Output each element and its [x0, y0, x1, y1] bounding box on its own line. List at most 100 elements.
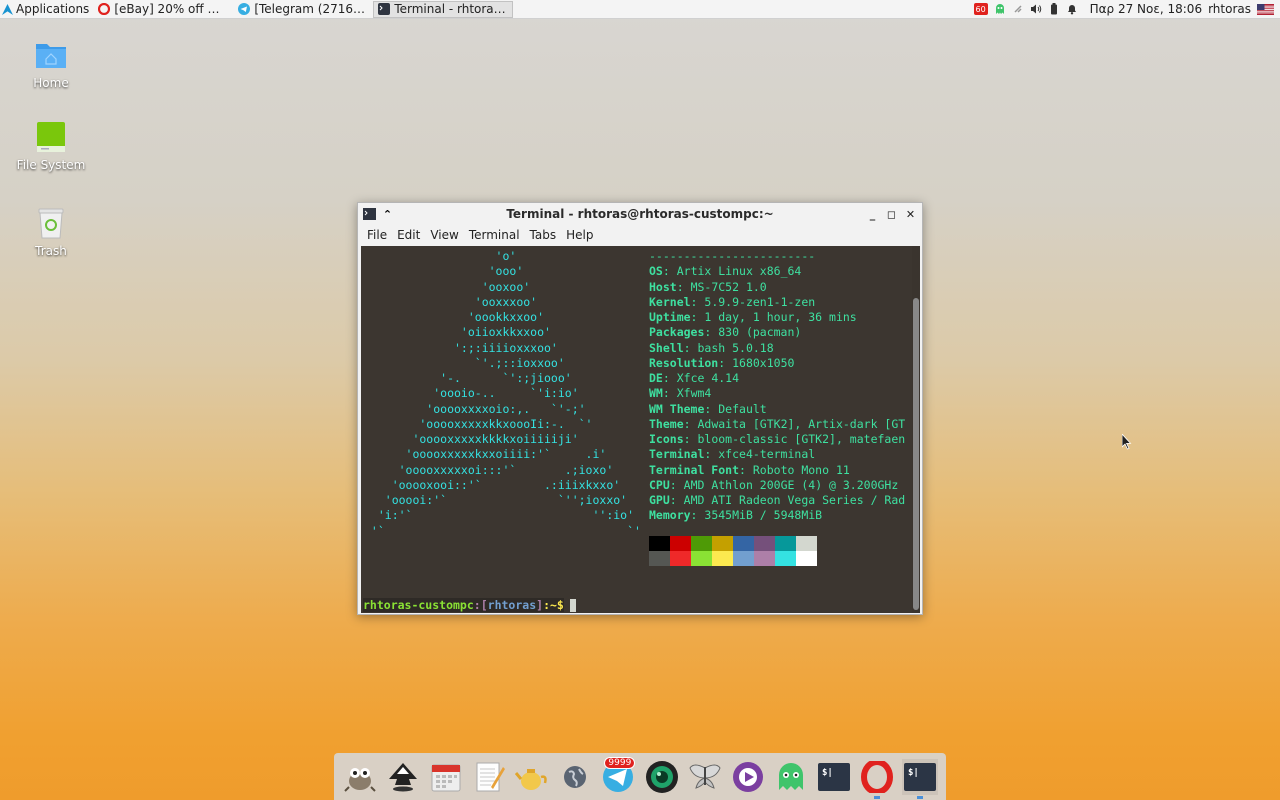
sysinfo-key: Shell	[649, 340, 684, 355]
sysinfo-key: WM Theme	[649, 401, 705, 416]
bell-icon[interactable]	[1066, 3, 1078, 15]
text-editor-icon	[476, 762, 505, 791]
ghost-icon	[778, 762, 803, 790]
sysinfo-line: Terminal Font: Roboto Mono 11	[649, 462, 850, 477]
home-folder-icon	[36, 44, 66, 68]
menu-file[interactable]: File	[362, 228, 392, 242]
sysinfo-value: 1 day, 1 hour, 36 mins	[704, 310, 857, 324]
sysinfo-line: Icons: bloom-classic [GTK2], matefaen	[649, 432, 906, 446]
palette-swatch	[754, 536, 775, 551]
window-menu-icon[interactable]	[363, 208, 376, 220]
desktop-icon-trash[interactable]: Trash	[6, 206, 96, 258]
sysinfo-line: Theme: Adwaita [GTK2], Artix-dark [GT	[649, 416, 906, 431]
terminal-icon	[378, 3, 391, 15]
applications-menu[interactable]: Applications	[0, 0, 93, 18]
running-indicator	[874, 795, 881, 799]
sysinfo-key: Terminal Font	[649, 462, 740, 477]
camera-icon	[645, 760, 678, 793]
prompt-suffix: :~$	[543, 598, 564, 612]
dock-item-teapot[interactable]	[514, 759, 550, 795]
sysinfo-value: MS-7C52 1.0	[690, 279, 767, 294]
task-ebay[interactable]: [eBay] 20% off μόνο για ...	[93, 1, 233, 18]
sysinfo-key: WM	[649, 386, 663, 401]
task-label: [eBay] 20% off μόνο για ...	[114, 2, 226, 16]
sysinfo-line: Shell: bash 5.0.18	[649, 340, 774, 355]
menu-tabs[interactable]: Tabs	[525, 228, 562, 242]
shell-prompt: rhtoras-custompc:[rhtoras]:~$	[363, 598, 576, 612]
us-flag-icon[interactable]	[1257, 3, 1274, 15]
sysinfo-line: Kernel: 5.9.9-zen1-1-zen	[649, 294, 816, 309]
clock[interactable]: Παρ 27 Νοε, 18:06	[1090, 2, 1202, 16]
shade-button[interactable]: ⌃	[382, 208, 393, 221]
dock-item-opera[interactable]	[859, 759, 895, 799]
desktop-icon-home[interactable]: Home	[6, 38, 96, 90]
dock-item-calendar[interactable]	[428, 759, 464, 795]
dock-item-camera[interactable]	[644, 759, 680, 795]
palette-swatch	[670, 551, 691, 566]
terminal-output[interactable]: 'o' 'ooo' 'ooxoo' 'ooxxxoo' 'oookkxxoo' …	[361, 246, 912, 613]
desktop-icon-filesystem[interactable]: File System	[6, 120, 96, 172]
dock-item-telegram[interactable]: 9999	[600, 756, 636, 795]
user-menu[interactable]: rhtoras	[1208, 2, 1251, 16]
dock-item-inkscape[interactable]	[385, 759, 421, 795]
sysinfo-line: Terminal: xfce4-terminal	[649, 447, 816, 462]
menu-terminal[interactable]: Terminal	[464, 228, 525, 242]
prompt-user: rhtoras	[487, 598, 537, 612]
sysinfo-value: AMD ATI Radeon Vega Series / Rad	[683, 493, 906, 507]
svg-text:$|: $|	[822, 768, 833, 778]
task-telegram[interactable]: [Telegram (27160)]	[233, 1, 373, 18]
dock-item-gimp[interactable]	[342, 759, 378, 795]
sysinfo-value: Adwaita [GTK2], Artix-dark [GT	[697, 416, 906, 431]
sysinfo-value: Default	[718, 401, 767, 416]
sysinfo-line: WM Theme: Default	[649, 401, 767, 416]
sysinfo-key: DE	[649, 371, 663, 385]
terminal-window: ⌃ Terminal - rhtoras@rhtoras-custompc:~ …	[357, 202, 923, 615]
task-terminal[interactable]: Terminal - rhtoras@rhto...	[373, 0, 514, 18]
sysinfo-key: Resolution	[649, 355, 719, 370]
sysinfo-key: Host	[649, 279, 677, 294]
dock-item-globe[interactable]	[557, 759, 593, 795]
sysinfo-line: Resolution: 1680x1050	[649, 355, 795, 370]
notification-counter-icon[interactable]: 60	[973, 3, 988, 15]
desktop-icon-label: File System	[16, 158, 86, 172]
minimize-button[interactable]: _	[867, 208, 878, 221]
dock-item-terminal[interactable]: $|	[816, 759, 852, 795]
terminal-scrollbar[interactable]	[912, 246, 920, 613]
menu-edit[interactable]: Edit	[392, 228, 425, 242]
menubar: File Edit View Terminal Tabs Help	[358, 225, 922, 245]
sysinfo-key: Icons	[649, 432, 684, 446]
neofetch-sysinfo: ------------------------ OS: Artix Linux …	[649, 249, 905, 524]
calendar-icon	[431, 764, 461, 791]
maximize-button[interactable]: ◻	[886, 208, 897, 221]
scrollbar-thumb[interactable]	[913, 298, 919, 610]
window-titlebar[interactable]: ⌃ Terminal - rhtoras@rhtoras-custompc:~ …	[358, 203, 922, 225]
dock-item-text-editor[interactable]	[471, 759, 507, 795]
dock-item-moth[interactable]	[687, 759, 723, 795]
battery-icon[interactable]	[1048, 3, 1060, 15]
dock-item-ghost[interactable]	[773, 759, 809, 795]
close-button[interactable]: ✕	[905, 208, 916, 221]
palette-swatch	[733, 551, 754, 566]
sysinfo-value: Roboto Mono 11	[752, 462, 850, 477]
palette-swatch	[796, 551, 817, 566]
volume-icon[interactable]	[1030, 3, 1042, 15]
palette-swatch	[691, 551, 712, 566]
dock-item-terminal-active[interactable]: $|	[902, 758, 939, 799]
network-icon[interactable]	[1012, 3, 1024, 15]
sysinfo-key: Terminal	[649, 447, 705, 462]
ghost-icon[interactable]	[994, 3, 1006, 15]
globe-icon	[564, 765, 587, 788]
sysinfo-value: 5.9.9-zen1-1-zen	[704, 294, 816, 309]
sysinfo-line: OS: Artix Linux x86_64	[649, 264, 802, 279]
sysinfo-value: Xfwm4	[676, 386, 712, 401]
sysinfo-line: GPU: AMD ATI Radeon Vega Series / Rad	[649, 493, 906, 507]
mouse-pointer-icon	[1122, 434, 1132, 450]
media-player-icon	[732, 761, 763, 792]
neofetch-ascii-logo: 'o' 'ooo' 'ooxoo' 'ooxxxoo' 'oookkxxoo' …	[370, 249, 641, 538]
sysinfo-value: bloom-classic [GTK2], matefaen	[697, 432, 906, 446]
menu-help[interactable]: Help	[561, 228, 598, 242]
menu-view[interactable]: View	[425, 228, 463, 242]
sysinfo-value: AMD Athlon 200GE (4) @ 3.200GHz	[683, 477, 899, 492]
dock-item-media-player[interactable]	[730, 759, 766, 795]
sysinfo-value: Artix Linux x86_64	[676, 264, 802, 279]
